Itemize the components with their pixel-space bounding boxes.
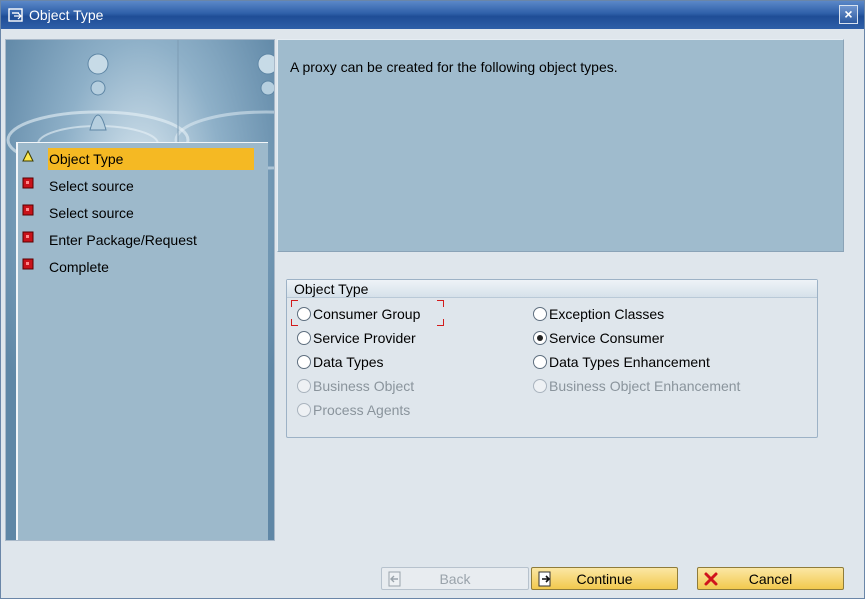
cancel-button[interactable]: Cancel [697,567,844,590]
wizard-step-select-source-1[interactable]: Select source [18,173,270,197]
focus-corner [437,319,444,326]
wizard-step-label: Complete [49,259,109,275]
continue-button[interactable]: Continue [531,567,678,590]
radio-button [297,379,311,393]
radio-button[interactable] [533,307,547,321]
radio-label: Service Provider [313,330,416,346]
radio-button[interactable] [297,355,311,369]
object-type-group: Object Type Consumer Group Service Provi… [286,279,818,438]
radio-button[interactable] [297,331,311,345]
cancel-label: Cancel [748,571,793,587]
radio-button [297,403,311,417]
red-square-icon [22,231,34,243]
wizard-step-object-type[interactable]: Object Type [18,146,270,170]
radio-label: Process Agents [313,402,411,418]
wizard-step-label: Enter Package/Request [49,232,197,248]
red-square-icon [22,258,34,270]
info-text: A proxy can be created for the following… [290,59,618,75]
object-type-dialog: Object Type × Object Type Select source … [0,0,865,599]
radio-label: Exception Classes [549,306,665,322]
group-title: Object Type [294,281,369,297]
radio-label: Service Consumer [549,330,665,346]
warning-triangle-icon [22,150,34,162]
close-icon: × [844,6,853,22]
radio-label: Business Object [313,378,415,394]
wizard-steps-list: Object Type Select source Select source [16,142,268,540]
back-label: Back [439,571,471,587]
radio-button[interactable] [533,355,547,369]
radio-label: Business Object Enhancement [549,378,741,394]
focus-corner [291,300,298,307]
radio-button [533,379,547,393]
wizard-step-select-source-2[interactable]: Select source [18,200,270,224]
group-header: Object Type [287,280,817,298]
focus-corner [437,300,444,307]
close-button[interactable]: × [839,5,858,24]
red-square-icon [22,177,34,189]
wizard-step-label: Object Type [48,148,254,170]
window-title: Object Type [29,7,104,23]
radio-button-selected[interactable] [533,331,547,345]
radio-label: Data Types [313,354,384,370]
wizard-step-label: Select source [49,205,134,221]
wizard-step-complete[interactable]: Complete [18,254,270,278]
red-square-icon [22,204,34,216]
continue-label: Continue [576,571,633,587]
radio-button[interactable] [297,307,311,321]
wizard-step-label: Select source [49,178,134,194]
focus-corner [291,319,298,326]
radio-label: Consumer Group [313,306,421,322]
title-bar: Object Type × [1,1,864,29]
radio-label: Data Types Enhancement [549,354,710,370]
window-icon [8,8,23,22]
back-button: Back [381,567,529,590]
wizard-steps-panel: Object Type Select source Select source [5,39,275,541]
info-panel: A proxy can be created for the following… [277,39,844,252]
wizard-step-enter-package[interactable]: Enter Package/Request [18,227,270,251]
